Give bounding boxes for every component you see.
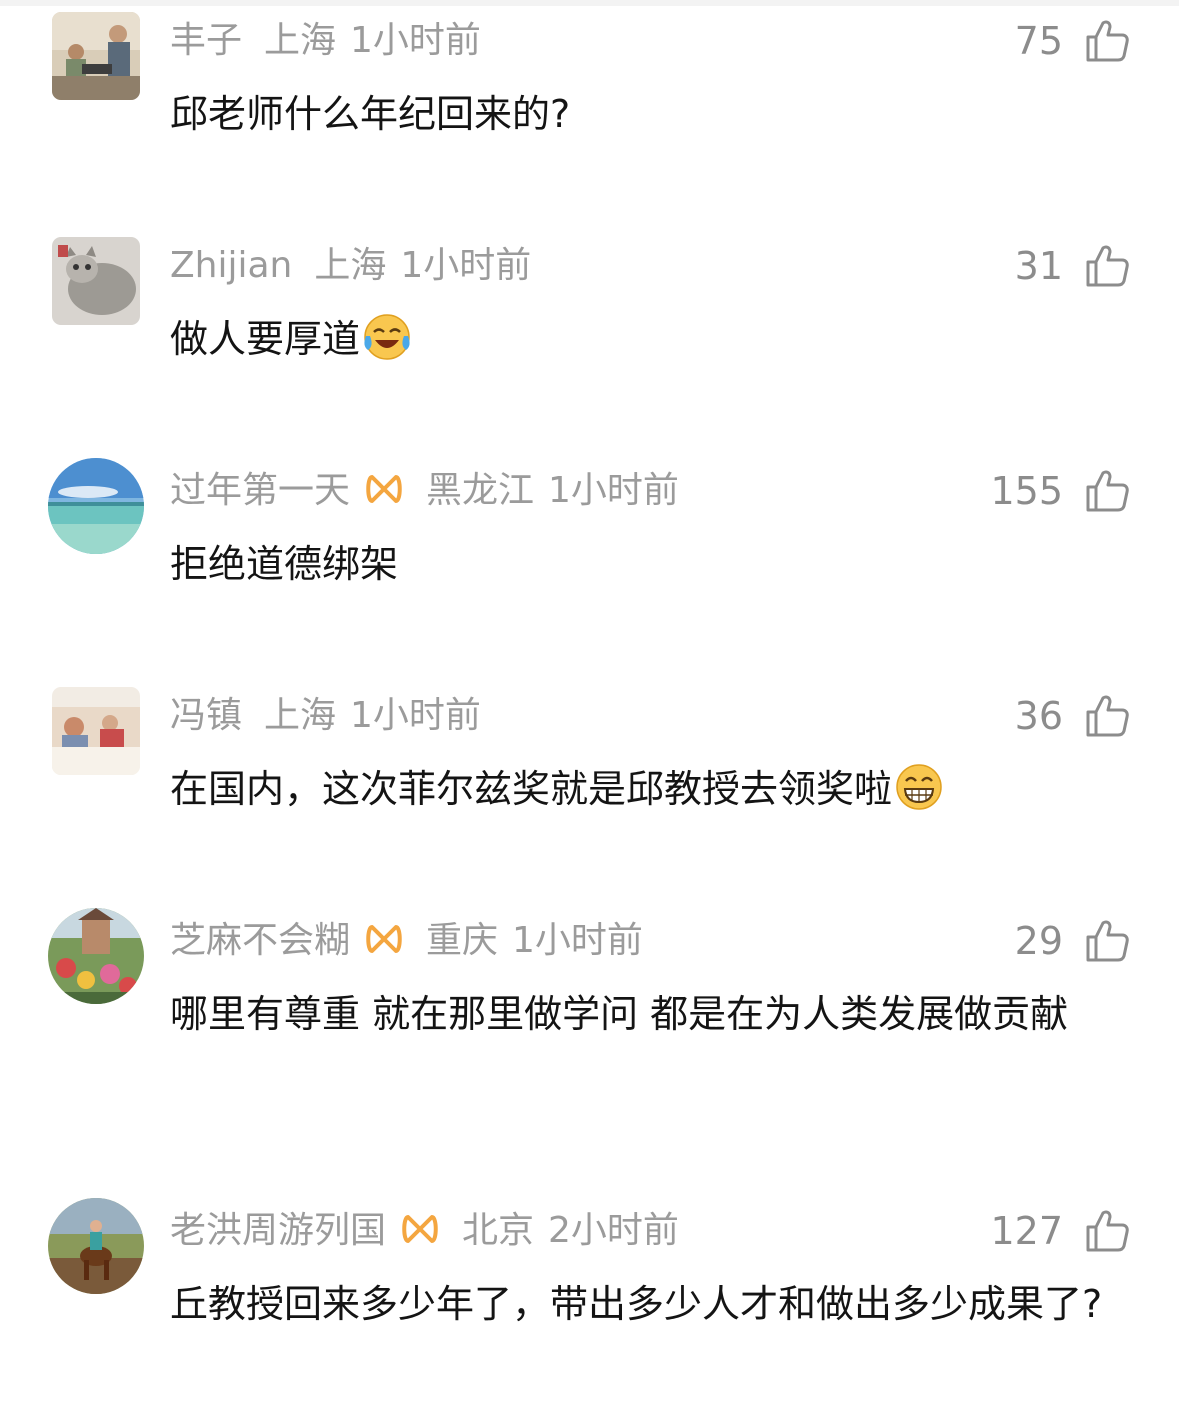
like-count: 29 bbox=[1014, 919, 1063, 963]
username[interactable]: 丰子 bbox=[170, 20, 242, 61]
timestamp: 1小时前 bbox=[548, 470, 679, 511]
vip-badge-icon bbox=[364, 919, 404, 959]
timestamp: 1小时前 bbox=[400, 245, 532, 286]
comment-item: 老洪周游列国 北京 2小时前 127 丘教授回来多少年了，带出多少人才和做出多少成果… bbox=[0, 1190, 1179, 1422]
like-count: 36 bbox=[1014, 694, 1063, 738]
comment-meta: 丰子 上海 1小时前 bbox=[170, 17, 481, 65]
like-count: 127 bbox=[990, 1209, 1063, 1253]
like-count: 75 bbox=[1014, 19, 1063, 63]
comment-meta: 过年第一天 黑龙江 1小时前 bbox=[170, 467, 679, 515]
comment-meta: 芝麻不会糊 重庆 1小时前 bbox=[170, 917, 643, 965]
avatar[interactable] bbox=[52, 687, 140, 775]
location: 北京 bbox=[462, 1210, 535, 1251]
thumbs-up-icon[interactable] bbox=[1084, 243, 1130, 289]
comment-item: Zhijian 上海 1小时前 31 做人要厚道 bbox=[0, 225, 1179, 450]
like-count: 155 bbox=[990, 469, 1063, 513]
thumbs-up-icon[interactable] bbox=[1084, 18, 1130, 64]
location: 上海 bbox=[314, 245, 387, 286]
comment-text-content: 哪里有尊重 就在那里做学问 都是在为人类发展做贡献 bbox=[170, 992, 1069, 1036]
username[interactable]: 过年第一天 bbox=[170, 470, 350, 511]
laughing-crying-emoji-icon bbox=[362, 312, 412, 362]
comment-item: 过年第一天 黑龙江 1小时前 155 拒绝道德绑架 bbox=[0, 450, 1179, 675]
comment-text-content: 邱老师什么年纪回来的? bbox=[170, 92, 571, 136]
avatar[interactable] bbox=[48, 1198, 144, 1294]
timestamp: 1小时前 bbox=[512, 920, 643, 961]
comment-item: 冯镇 上海 1小时前 36 在国内，这次菲尔兹奖就是邱教授去领奖啦 bbox=[0, 675, 1179, 900]
comment-meta: 冯镇 上海 1小时前 bbox=[170, 692, 481, 740]
thumbs-up-icon[interactable] bbox=[1084, 1208, 1130, 1254]
comment-text: 丘教授回来多少年了，带出多少人才和做出多少成果了? bbox=[170, 1272, 1134, 1336]
comment-meta: 老洪周游列国 北京 2小时前 bbox=[170, 1207, 679, 1255]
thumbs-up-icon[interactable] bbox=[1084, 468, 1130, 514]
comment-text: 哪里有尊重 就在那里做学问 都是在为人类发展做贡献 bbox=[170, 982, 1134, 1046]
comment-item: 芝麻不会糊 重庆 1小时前 29 哪里有尊重 就在那里做学问 都是在为人类发展做贡献 bbox=[0, 900, 1179, 1190]
timestamp: 2小时前 bbox=[548, 1210, 679, 1251]
location: 重庆 bbox=[426, 920, 499, 961]
username[interactable]: 冯镇 bbox=[170, 695, 242, 736]
grinning-emoji-icon bbox=[894, 762, 944, 812]
thumbs-up-icon[interactable] bbox=[1084, 918, 1130, 964]
avatar[interactable] bbox=[52, 237, 140, 325]
comment-text: 做人要厚道 bbox=[170, 307, 1134, 371]
timestamp: 1小时前 bbox=[350, 695, 481, 736]
vip-badge-icon bbox=[400, 1209, 440, 1249]
comment-text: 邱老师什么年纪回来的? bbox=[170, 82, 1134, 146]
avatar[interactable] bbox=[48, 458, 144, 554]
vip-badge-icon bbox=[364, 469, 404, 509]
avatar[interactable] bbox=[48, 908, 144, 1004]
comment-text-content: 做人要厚道 bbox=[170, 317, 361, 361]
comment-item: 丰子 上海 1小时前 75 邱老师什么年纪回来的? bbox=[0, 0, 1179, 225]
thumbs-up-icon[interactable] bbox=[1084, 693, 1130, 739]
comment-text: 拒绝道德绑架 bbox=[170, 532, 1134, 596]
location: 黑龙江 bbox=[426, 470, 535, 511]
comment-text: 在国内，这次菲尔兹奖就是邱教授去领奖啦 bbox=[170, 757, 1134, 821]
avatar[interactable] bbox=[52, 12, 140, 100]
timestamp: 1小时前 bbox=[350, 20, 481, 61]
comment-text-content: 在国内，这次菲尔兹奖就是邱教授去领奖啦 bbox=[170, 767, 893, 811]
like-count: 31 bbox=[1014, 244, 1063, 288]
location: 上海 bbox=[264, 695, 337, 736]
location: 上海 bbox=[264, 20, 337, 61]
comment-text-content: 拒绝道德绑架 bbox=[170, 542, 399, 586]
comment-meta: Zhijian 上海 1小时前 bbox=[170, 242, 531, 290]
comment-text-content: 丘教授回来多少年了，带出多少人才和做出多少成果了? bbox=[170, 1282, 1103, 1326]
username[interactable]: 芝麻不会糊 bbox=[170, 920, 350, 961]
username[interactable]: 老洪周游列国 bbox=[170, 1210, 386, 1251]
username[interactable]: Zhijian bbox=[170, 245, 292, 286]
